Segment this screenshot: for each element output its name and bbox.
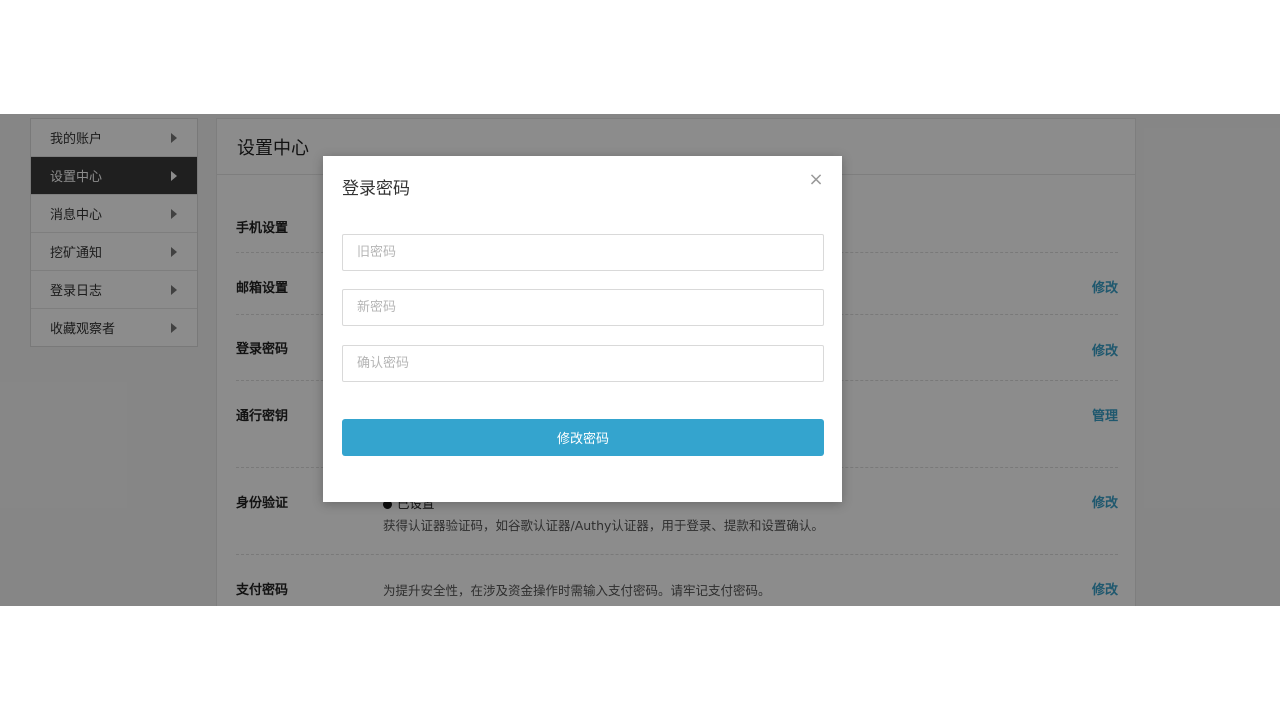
confirm-password-field[interactable] [342,345,824,382]
close-icon[interactable]: × [808,171,824,189]
change-password-button[interactable]: 修改密码 [342,419,824,456]
old-password-field[interactable] [342,234,824,271]
dialog-title: 登录密码 [342,179,410,199]
new-password-field[interactable] [342,289,824,326]
page-viewport: 我的账户 设置中心 消息中心 挖矿通知 登录日志 收藏观察者 设置中心 手机设置 [0,114,1280,606]
change-password-dialog: 登录密码 × 修改密码 [323,156,842,502]
